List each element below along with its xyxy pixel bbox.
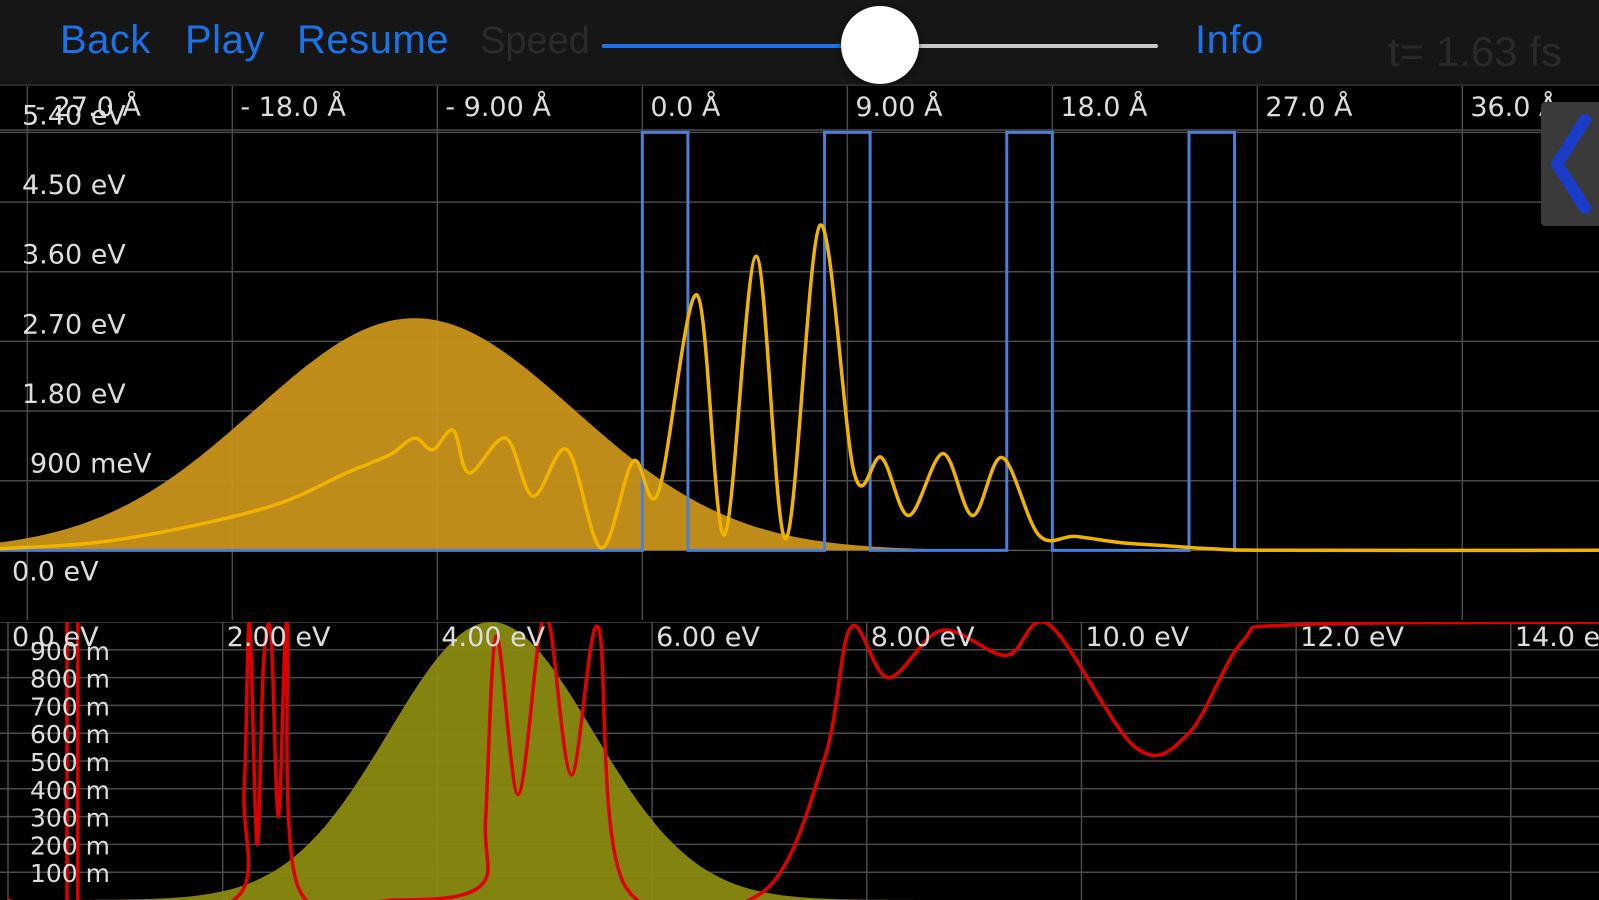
transmission-axis-ticks: 900 m800 m700 m600 m500 m400 m300 m200 m…	[30, 637, 110, 888]
y-tick-label: 100 m	[30, 859, 110, 888]
play-button[interactable]: Play	[185, 18, 265, 63]
y-tick-label: 1.80 eV	[22, 379, 126, 410]
y-tick-label: 0.0 eV	[12, 556, 99, 587]
y-tick-label: 600 m	[30, 720, 110, 749]
x-tick-label: - 18.0 Å	[240, 91, 346, 123]
x-tick-label: - 9.00 Å	[445, 91, 551, 123]
info-button[interactable]: Info	[1195, 18, 1264, 63]
x-tick-label: 27.0 Å	[1265, 91, 1353, 123]
x-tick-label: 6.00 eV	[656, 622, 760, 653]
y-tick-label: 900 meV	[30, 449, 152, 480]
x-tick-label: 2.00 eV	[227, 622, 331, 653]
back-button[interactable]: Back	[60, 18, 151, 63]
x-tick-label: 10.0 eV	[1085, 622, 1189, 653]
y-tick-label: 800 m	[30, 665, 110, 694]
y-tick-label: 4.50 eV	[22, 170, 126, 201]
speed-slider-thumb[interactable]	[841, 6, 919, 84]
y-tick-label: 2.70 eV	[22, 309, 126, 340]
x-tick-label: 8.00 eV	[871, 622, 975, 653]
y-tick-label: 5.40 eV	[22, 100, 126, 131]
x-tick-label: 4.00 eV	[441, 622, 545, 653]
x-tick-label: 9.00 Å	[855, 91, 943, 123]
time-readout: t= 1.63 fs	[1388, 28, 1562, 75]
toolbar: Back Play Resume Speed Info t= 1.63 fs	[0, 0, 1599, 86]
x-tick-label: 14.0 eV	[1515, 622, 1599, 653]
x-tick-label: 18.0 Å	[1060, 91, 1148, 123]
resume-button[interactable]: Resume	[297, 18, 449, 63]
speed-slider-fill	[602, 44, 880, 48]
speed-label: Speed	[480, 20, 590, 62]
x-tick-label: 0.0 Å	[650, 91, 721, 123]
x-tick-label: 12.0 eV	[1300, 622, 1404, 653]
y-tick-label: 200 m	[30, 831, 110, 860]
spectrum-plot: 0.0 eV 2.00 eV 4.00 eV 6.00 eV 8.00 eV 10.0 e…	[0, 622, 1599, 900]
position-plot: - 27.0 Å- 18.0 Å- 9.00 Å 0.0 Å 9.00 Å 18.0 …	[0, 86, 1599, 620]
y-tick-label: 700 m	[30, 692, 110, 721]
y-tick-label: 400 m	[30, 776, 110, 805]
y-tick-label: 300 m	[30, 804, 110, 833]
y-tick-label: 500 m	[30, 748, 110, 777]
collapse-panel-button[interactable]	[1541, 102, 1599, 226]
chevron-left-icon	[1551, 114, 1591, 214]
y-tick-label: 900 m	[30, 637, 110, 666]
y-tick-label: 3.60 eV	[22, 240, 126, 271]
